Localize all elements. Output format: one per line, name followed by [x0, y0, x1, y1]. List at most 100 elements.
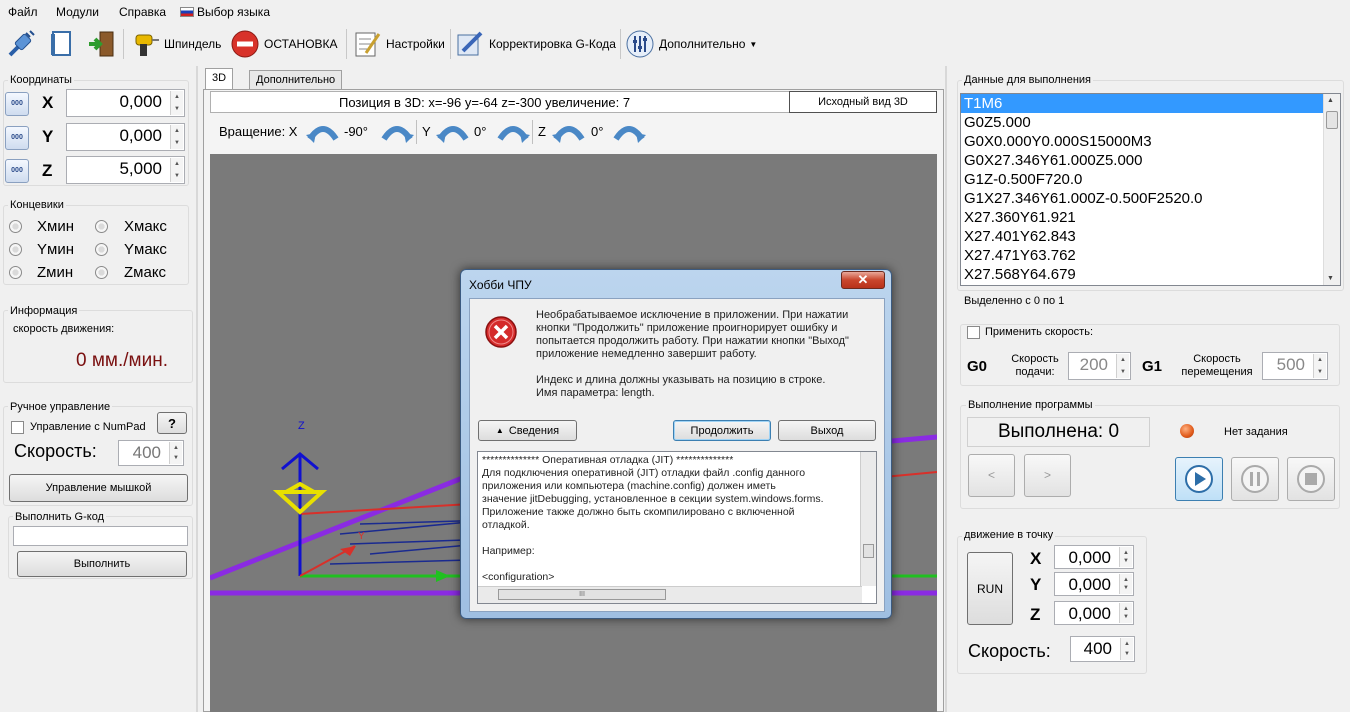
scroll-thumb[interactable]: [1326, 111, 1338, 129]
details-line: ************** Оперативная отладка (JIT)…: [482, 454, 734, 466]
details-scroll-thumb[interactable]: [863, 544, 874, 558]
gcode-line[interactable]: T1M6: [961, 94, 1340, 113]
dialog-message-error: Индекс и длина должны указывать на позиц…: [536, 374, 826, 386]
details-line: [482, 558, 860, 571]
exit-button[interactable]: Выход: [778, 420, 876, 441]
next-line-button[interactable]: >: [1024, 454, 1071, 497]
z-axis-label: Z: [538, 124, 546, 139]
move-speed-field[interactable]: 500 ▲ ▼: [1262, 352, 1328, 380]
goto-z-value: 0,000: [1068, 604, 1111, 623]
scroll-down-icon[interactable]: ▼: [1327, 275, 1334, 282]
gcode-line[interactable]: X27.471Y63.762: [961, 246, 1340, 265]
settings-button[interactable]: Настройки: [352, 27, 445, 61]
coord-y-field[interactable]: 0,000 ▲ ▼: [66, 123, 185, 151]
gcode-line[interactable]: X27.360Y61.921: [961, 208, 1340, 227]
gcode-line[interactable]: G0X27.346Y61.000Z5.000: [961, 151, 1340, 170]
drill-icon: [130, 29, 160, 59]
menu-help[interactable]: Справка: [119, 5, 166, 19]
right-splitter[interactable]: [945, 66, 947, 712]
goto-y-spinner[interactable]: ▲ ▼: [1119, 574, 1132, 594]
goto-x-label: X: [1030, 549, 1042, 568]
coord-y-spinner[interactable]: ▲ ▼: [170, 125, 183, 149]
pause-button[interactable]: [1231, 457, 1279, 501]
limit-z-min-label: Zмин: [37, 264, 74, 281]
limit-y-min-label: Yмин: [37, 241, 74, 258]
zero-z-button[interactable]: 000: [5, 159, 29, 183]
dialog-close-button[interactable]: ✕: [841, 271, 885, 289]
feed-speed-spinner[interactable]: ▲ ▼: [1116, 354, 1129, 378]
details-horizontal-scrollbar[interactable]: III: [478, 586, 862, 603]
zero-x-button[interactable]: 000: [5, 92, 29, 116]
connect-button[interactable]: [6, 27, 36, 61]
goto-speed-field[interactable]: 400 ▲ ▼: [1070, 636, 1135, 662]
menu-modules[interactable]: Модули: [56, 5, 99, 19]
scroll-up-icon[interactable]: ▲: [1327, 97, 1334, 104]
additional-dropdown[interactable]: Дополнительно ▼: [625, 27, 757, 61]
document-icon: [46, 29, 76, 59]
tab-3d[interactable]: 3D: [205, 68, 234, 89]
reset-view-button[interactable]: Исходный вид 3D: [789, 91, 937, 113]
gcode-command-input[interactable]: [13, 526, 188, 546]
coord-x-spinner[interactable]: ▲ ▼: [170, 91, 183, 115]
spindle-button[interactable]: Шпиндель: [130, 27, 221, 61]
coord-x-field[interactable]: 0,000 ▲ ▼: [66, 89, 185, 117]
gcode-line[interactable]: G0Z5.000: [961, 113, 1340, 132]
details-toggle-button[interactable]: ▲ Сведения: [478, 420, 577, 441]
details-hscroll-thumb[interactable]: III: [498, 589, 666, 600]
gcode-correction-label: Корректировка G-Кода: [489, 37, 616, 51]
rotate-y-right-icon[interactable]: [496, 121, 530, 146]
menu-language[interactable]: Выбор языка: [180, 5, 270, 19]
rotate-y-left-icon[interactable]: [436, 121, 470, 146]
exit-app-button[interactable]: [86, 27, 116, 61]
gcode-list-scrollbar[interactable]: ▲ ▼: [1323, 94, 1340, 285]
stop-program-button[interactable]: [1287, 457, 1335, 501]
tab-additional[interactable]: Дополнительно: [249, 70, 343, 89]
goto-z-spinner[interactable]: ▲ ▼: [1119, 603, 1132, 623]
coord-z-field[interactable]: 5,000 ▲ ▼: [66, 156, 185, 184]
rotate-z-right-icon[interactable]: [612, 121, 646, 146]
manual-speed-field[interactable]: 400 ▲ ▼: [118, 440, 184, 466]
play-button[interactable]: [1175, 457, 1223, 501]
goto-y-field[interactable]: 0,000 ▲ ▼: [1054, 572, 1134, 596]
details-vertical-scrollbar[interactable]: [860, 452, 876, 586]
mouse-control-button[interactable]: Управление мышкой: [9, 474, 188, 502]
emergency-stop-button[interactable]: ОСТАНОВКА: [230, 27, 338, 61]
left-splitter[interactable]: [196, 66, 198, 712]
gcode-line[interactable]: G1X27.346Y61.000Z-0.500F2520.0: [961, 189, 1340, 208]
rotate-x-left-icon[interactable]: [306, 121, 340, 146]
coord-z-spinner[interactable]: ▲ ▼: [170, 158, 183, 182]
open-file-button[interactable]: [46, 27, 76, 61]
feed-speed-field[interactable]: 200 ▲ ▼: [1068, 352, 1131, 380]
apply-speed-checkbox[interactable]: [967, 326, 980, 339]
feed-label: Скорость подачи:: [1011, 353, 1059, 378]
zero-y-button[interactable]: 000: [5, 126, 29, 150]
goto-x-field[interactable]: 0,000 ▲ ▼: [1054, 545, 1134, 569]
gcode-correction-button[interactable]: Корректировка G-Кода: [455, 27, 616, 61]
gcode-line[interactable]: X27.401Y62.843: [961, 227, 1340, 246]
rotate-z-left-icon[interactable]: [552, 121, 586, 146]
prev-line-button[interactable]: <: [968, 454, 1015, 497]
help-button[interactable]: ?: [157, 412, 187, 434]
continue-button[interactable]: Продолжить: [673, 420, 771, 441]
rotate-x-right-icon[interactable]: [380, 121, 414, 146]
details-line: отладкой.: [482, 519, 530, 531]
gcode-list[interactable]: T1M6 G0Z5.000 G0X0.000Y0.000S15000M3 G0X27.…: [960, 93, 1341, 286]
goto-run-button[interactable]: RUN: [967, 552, 1013, 625]
execute-button[interactable]: Выполнить: [17, 551, 187, 577]
edit-pen-icon: [455, 29, 485, 59]
gcode-line[interactable]: G0X0.000Y0.000S15000M3: [961, 132, 1340, 151]
gcode-line[interactable]: G1Z-0.500F720.0: [961, 170, 1340, 189]
gcode-line[interactable]: X27.568Y64.679: [961, 265, 1340, 284]
goto-z-field[interactable]: 0,000 ▲ ▼: [1054, 601, 1134, 625]
numpad-checkbox[interactable]: [11, 421, 24, 434]
dialog-body: Необрабатываемое исключение в приложении…: [469, 298, 885, 612]
manual-speed-spinner[interactable]: ▲ ▼: [169, 442, 182, 464]
menu-file[interactable]: Файл: [8, 5, 38, 19]
exception-details-box[interactable]: ************** Оперативная отладка (JIT)…: [477, 451, 877, 604]
goto-x-spinner[interactable]: ▲ ▼: [1119, 547, 1132, 567]
stop-icon: [230, 29, 260, 59]
error-dialog: Хобби ЧПУ ✕ Необрабатываемое исключение …: [460, 269, 892, 619]
toolbar-separator: [346, 29, 347, 59]
goto-speed-spinner[interactable]: ▲ ▼: [1120, 638, 1133, 660]
move-speed-spinner[interactable]: ▲ ▼: [1313, 354, 1326, 378]
